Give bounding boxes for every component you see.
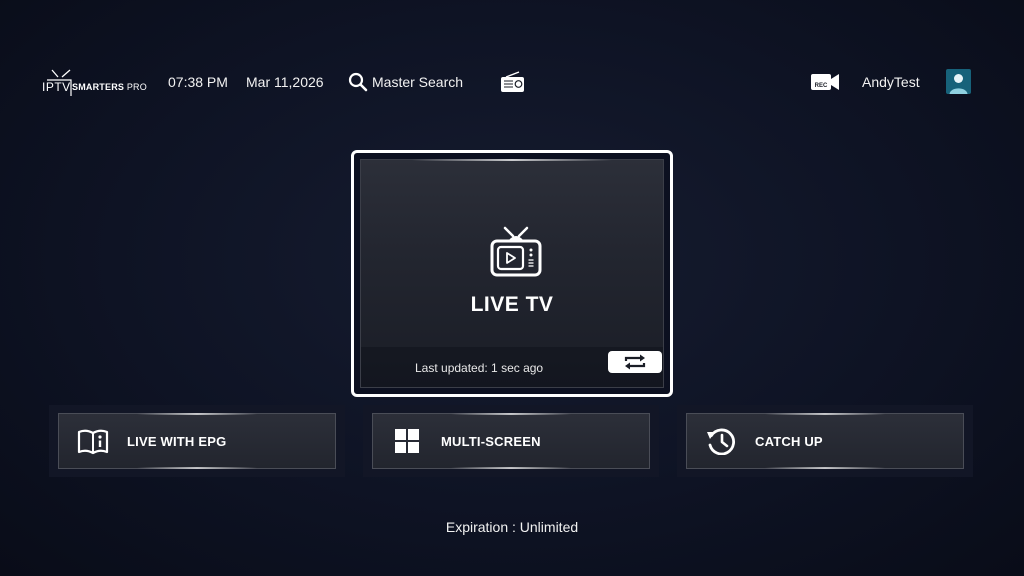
app-logo: IPTV SMARTERS PRO — [42, 66, 152, 102]
refresh-icon — [624, 354, 646, 370]
user-name[interactable]: AndyTest — [862, 74, 920, 90]
tile-label-live-with-epg: LIVE WITH EPG — [127, 434, 227, 449]
master-search-label: Master Search — [372, 74, 464, 90]
tile-panel: MULTI-SCREEN — [372, 413, 650, 469]
multi-screen-tile[interactable]: MULTI-SCREEN — [363, 405, 659, 477]
refresh-button[interactable] — [608, 351, 662, 373]
radio-icon[interactable] — [500, 71, 525, 93]
rec-label: REC — [815, 83, 828, 89]
tile-glow — [137, 467, 257, 469]
logo-smarters-text: SMARTERS PRO — [72, 82, 147, 92]
live-tv-card[interactable]: LIVE TV Last updated: 1 sec ago — [351, 150, 673, 397]
top-glow — [412, 159, 612, 161]
live-tv-panel: LIVE TV Last updated: 1 sec ago — [360, 159, 664, 388]
tile-panel: LIVE WITH EPG — [58, 413, 336, 469]
master-search-button[interactable]: Master Search — [348, 71, 463, 93]
expiration-text: Expiration : Unlimited — [445, 519, 579, 535]
tile-glow — [765, 413, 885, 415]
live-tv-footer: Last updated: 1 sec ago — [361, 347, 663, 387]
user-avatar-button[interactable] — [946, 69, 971, 94]
home-screen: IPTV SMARTERS PRO 07:38 PM Mar 11,2026 M… — [0, 0, 1024, 576]
tile-glow — [137, 413, 257, 415]
live-tv-title: LIVE TV — [470, 293, 554, 316]
logo-iptv-text: IPTV — [42, 80, 71, 94]
tile-glow — [765, 467, 885, 469]
tile-panel: CATCH UP — [686, 413, 964, 469]
tile-glow — [451, 413, 571, 415]
clock-time: 07:38 PM — [168, 74, 228, 90]
history-clock-icon — [707, 428, 735, 455]
tile-label-catch-up: CATCH UP — [755, 434, 823, 449]
current-date: Mar 11,2026 — [246, 74, 324, 90]
tile-label-multi-screen: MULTI-SCREEN — [441, 434, 541, 449]
tv-icon — [490, 226, 542, 277]
last-updated-text: Last updated: 1 sec ago — [415, 361, 544, 375]
tile-glow — [451, 467, 571, 469]
live-with-epg-tile[interactable]: LIVE WITH EPG — [49, 405, 345, 477]
rec-camera-icon[interactable]: REC — [810, 71, 840, 93]
user-avatar-icon — [949, 74, 968, 94]
search-icon — [348, 72, 368, 92]
grid-icon — [395, 429, 419, 453]
book-info-icon — [77, 429, 109, 455]
catch-up-tile[interactable]: CATCH UP — [677, 405, 973, 477]
